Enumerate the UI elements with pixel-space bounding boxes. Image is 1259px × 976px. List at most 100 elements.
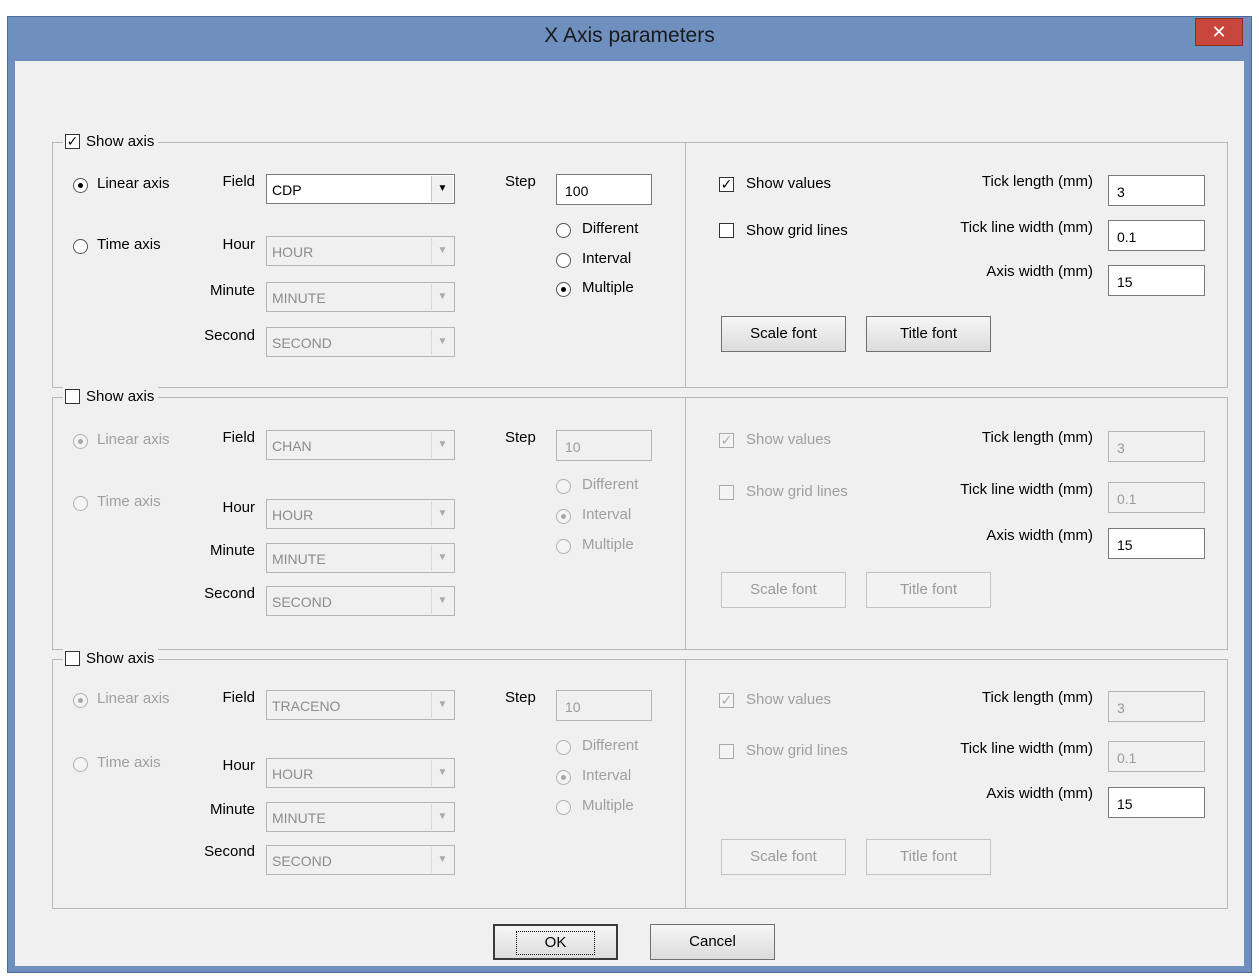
show-values-3-label: Show values bbox=[746, 691, 832, 708]
cancel-button[interactable]: Cancel bbox=[650, 924, 775, 960]
axis-width-2-input[interactable]: 15 bbox=[1108, 528, 1205, 559]
field-3-select[interactable]: TRACENO ▼ bbox=[266, 690, 455, 720]
chevron-down-icon: ▼ bbox=[431, 804, 453, 830]
field-2-select[interactable]: CHAN ▼ bbox=[266, 430, 455, 460]
different-3-radio[interactable] bbox=[556, 740, 571, 755]
show-axis-3[interactable]: Show axis bbox=[63, 646, 159, 670]
axis-width-1-label: Axis width (mm) bbox=[986, 263, 1093, 280]
tick-line-width-1-value: 0.1 bbox=[1117, 229, 1137, 245]
time-axis-3-radio[interactable] bbox=[73, 757, 88, 772]
field-2-label: Field bbox=[222, 429, 255, 446]
second-3-label: Second bbox=[204, 843, 255, 860]
step-1-label: Step bbox=[505, 173, 536, 190]
show-axis-1[interactable]: ✓ Show axis bbox=[63, 129, 159, 153]
title-font-1-button[interactable]: Title font bbox=[866, 316, 991, 352]
show-axis-3-checkbox[interactable] bbox=[65, 650, 80, 666]
tick-length-3-label: Tick length (mm) bbox=[981, 689, 1093, 706]
multiple-1-radio[interactable] bbox=[556, 282, 571, 297]
step-2-value: 10 bbox=[565, 439, 581, 455]
interval-3-radio[interactable] bbox=[556, 770, 571, 785]
time-axis-2-radio[interactable] bbox=[73, 496, 88, 511]
linear-axis-2-radio[interactable] bbox=[73, 434, 88, 449]
minute-3-label: Minute bbox=[209, 801, 255, 818]
hour-1-select[interactable]: HOUR ▼ bbox=[266, 236, 455, 266]
show-axis-2[interactable]: Show axis bbox=[63, 384, 159, 408]
tick-length-1-input[interactable]: 3 bbox=[1108, 175, 1205, 206]
show-values-1-checkbox[interactable]: ✓ bbox=[719, 177, 734, 192]
tick-length-3-input[interactable]: 3 bbox=[1108, 691, 1205, 722]
show-values-1-label: Show values bbox=[746, 175, 832, 192]
title-bar[interactable]: X Axis parameters ✕ bbox=[8, 17, 1251, 61]
show-axis-1-label: Show axis bbox=[86, 132, 155, 150]
tick-line-width-1-input[interactable]: 0.1 bbox=[1108, 220, 1205, 251]
hour-2-select[interactable]: HOUR ▼ bbox=[266, 499, 455, 529]
minute-1-label: Minute bbox=[209, 282, 255, 299]
step-3-label: Step bbox=[505, 689, 536, 706]
chevron-down-icon: ▼ bbox=[431, 545, 453, 571]
tick-length-1-value: 3 bbox=[1117, 184, 1125, 200]
different-1-radio[interactable] bbox=[556, 223, 571, 238]
show-grid-lines-1-checkbox[interactable] bbox=[719, 223, 734, 238]
title-font-3-button[interactable]: Title font bbox=[866, 839, 991, 875]
interval-2-radio[interactable] bbox=[556, 509, 571, 524]
step-3-input[interactable]: 10 bbox=[556, 690, 652, 721]
tick-line-width-2-label: Tick line width (mm) bbox=[960, 481, 1093, 498]
minute-2-label: Minute bbox=[209, 542, 255, 559]
chevron-down-icon: ▼ bbox=[431, 238, 453, 264]
minute-1-select[interactable]: MINUTE ▼ bbox=[266, 282, 455, 312]
show-values-3-checkbox[interactable]: ✓ bbox=[719, 693, 734, 708]
linear-axis-1-radio[interactable] bbox=[73, 178, 88, 193]
linear-axis-3-radio[interactable] bbox=[73, 693, 88, 708]
show-axis-1-checkbox[interactable]: ✓ bbox=[65, 133, 80, 149]
show-axis-3-label: Show axis bbox=[86, 649, 155, 667]
multiple-1-label: Multiple bbox=[582, 279, 634, 296]
chevron-down-icon: ▼ bbox=[431, 329, 453, 355]
tick-line-width-3-value: 0.1 bbox=[1117, 750, 1137, 766]
hour-1-value: HOUR bbox=[272, 244, 314, 260]
group-divider bbox=[685, 660, 686, 908]
second-3-select[interactable]: SECOND ▼ bbox=[266, 845, 455, 875]
group-divider bbox=[685, 398, 686, 649]
title-font-2-button[interactable]: Title font bbox=[866, 572, 991, 608]
linear-axis-3-label: Linear axis bbox=[97, 690, 170, 707]
ok-button[interactable]: OK bbox=[493, 924, 618, 960]
scale-font-3-button[interactable]: Scale font bbox=[721, 839, 846, 875]
minute-2-select[interactable]: MINUTE ▼ bbox=[266, 543, 455, 573]
show-axis-2-label: Show axis bbox=[86, 387, 155, 405]
show-grid-lines-2-label: Show grid lines bbox=[746, 483, 848, 500]
different-2-radio[interactable] bbox=[556, 479, 571, 494]
hour-3-label: Hour bbox=[222, 757, 255, 774]
axis-width-2-label: Axis width (mm) bbox=[986, 527, 1093, 544]
step-2-input[interactable]: 10 bbox=[556, 430, 652, 461]
show-grid-lines-3-checkbox[interactable] bbox=[719, 744, 734, 759]
chevron-down-icon: ▼ bbox=[431, 501, 453, 527]
different-1-label: Different bbox=[582, 220, 639, 237]
axis-width-1-input[interactable]: 15 bbox=[1108, 265, 1205, 296]
step-1-input[interactable]: 100 bbox=[556, 174, 652, 205]
scale-font-2-button[interactable]: Scale font bbox=[721, 572, 846, 608]
minute-3-select[interactable]: MINUTE ▼ bbox=[266, 802, 455, 832]
show-values-2-checkbox[interactable]: ✓ bbox=[719, 433, 734, 448]
interval-1-radio[interactable] bbox=[556, 253, 571, 268]
scale-font-1-button[interactable]: Scale font bbox=[721, 316, 846, 352]
second-1-label: Second bbox=[204, 327, 255, 344]
window-title: X Axis parameters bbox=[544, 24, 715, 47]
hour-2-value: HOUR bbox=[272, 507, 314, 523]
close-button[interactable]: ✕ bbox=[1195, 18, 1243, 46]
tick-line-width-2-input[interactable]: 0.1 bbox=[1108, 482, 1205, 513]
second-1-select[interactable]: SECOND ▼ bbox=[266, 327, 455, 357]
second-2-select[interactable]: SECOND ▼ bbox=[266, 586, 455, 616]
multiple-3-radio[interactable] bbox=[556, 800, 571, 815]
tick-length-2-input[interactable]: 3 bbox=[1108, 431, 1205, 462]
hour-3-select[interactable]: HOUR ▼ bbox=[266, 758, 455, 788]
time-axis-2-label: Time axis bbox=[97, 493, 161, 510]
field-1-select[interactable]: CDP ▼ bbox=[266, 174, 455, 204]
axis-width-3-input[interactable]: 15 bbox=[1108, 787, 1205, 818]
tick-line-width-3-input[interactable]: 0.1 bbox=[1108, 741, 1205, 772]
axis-width-3-label: Axis width (mm) bbox=[986, 785, 1093, 802]
second-2-label: Second bbox=[204, 585, 255, 602]
show-grid-lines-2-checkbox[interactable] bbox=[719, 485, 734, 500]
time-axis-1-radio[interactable] bbox=[73, 239, 88, 254]
multiple-2-radio[interactable] bbox=[556, 539, 571, 554]
show-axis-2-checkbox[interactable] bbox=[65, 388, 80, 404]
